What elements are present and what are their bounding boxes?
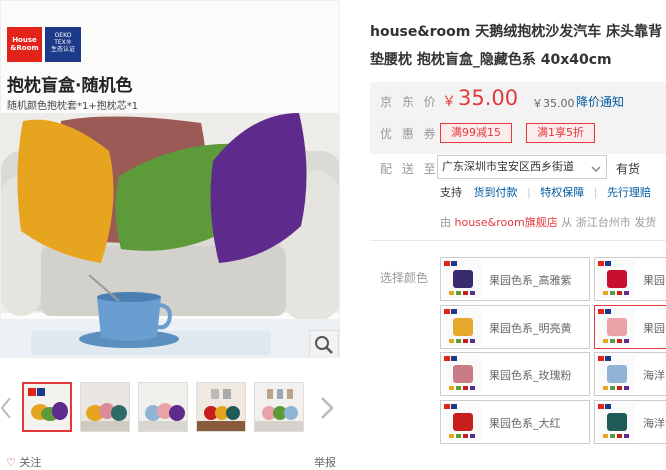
service-claim-link[interactable]: 先行理赔: [607, 186, 651, 199]
color-option[interactable]: 果园色系_玫瑰粉: [440, 352, 590, 396]
follow-button[interactable]: ♡ 关注: [6, 454, 41, 470]
thumbnail-prev-button[interactable]: [0, 392, 12, 424]
color-option[interactable]: 果园: [594, 305, 666, 349]
coupon-badge[interactable]: 满1享5折: [526, 123, 595, 143]
support-label: 支持: [440, 186, 462, 199]
thumbnail-image: [197, 383, 245, 431]
color-swatch-image: [597, 308, 635, 346]
image-title: 抱枕盲盒·随机色: [7, 76, 133, 96]
price-value: 35.00: [458, 86, 519, 110]
chevron-down-icon[interactable]: [590, 160, 602, 173]
shop-info: 由 house&room旗舰店 从 浙江台州市 发货: [440, 214, 656, 230]
color-swatch-image: [443, 355, 481, 393]
chevron-right-icon: [321, 397, 334, 419]
color-swatch-image: [443, 403, 481, 441]
thumbnail-3[interactable]: [138, 382, 188, 432]
color-select-label: 选择颜色: [380, 271, 429, 285]
color-option-label: 果园: [643, 274, 665, 287]
brand-logo: House &Room: [7, 27, 42, 62]
color-option[interactable]: 果园色系_高雅紫: [440, 257, 590, 301]
main-product-image[interactable]: House &Room OEKO TEX® 生态认证 抱枕盲盒·随机色 随机颜色抱枕套…: [0, 0, 340, 358]
section-divider: [370, 240, 666, 241]
color-swatch-image: [597, 260, 635, 298]
search-icon: [315, 336, 333, 354]
ship-from: 从 浙江台州市 发货: [561, 216, 657, 229]
zoom-button[interactable]: [309, 330, 339, 357]
coupon-label: 优 惠 券: [380, 127, 439, 141]
address-select[interactable]: 广东深圳市宝安区西乡街道: [437, 155, 607, 179]
shop-prefix: 由: [440, 216, 451, 229]
price-label: 京 东 价: [380, 95, 439, 109]
price-notify-link[interactable]: 降价通知: [576, 93, 624, 110]
color-option-label: 果园色系_玫瑰粉: [489, 369, 572, 382]
service-privilege-link[interactable]: 特权保障: [540, 186, 584, 199]
color-option[interactable]: 果园: [594, 257, 666, 301]
thumbnail-image: [24, 384, 70, 430]
color-option[interactable]: 海洋色: [594, 400, 666, 444]
report-link[interactable]: 举报: [314, 454, 336, 470]
oeko-tex-logo: OEKO TEX® 生态认证: [45, 27, 81, 62]
color-swatch-image: [443, 308, 481, 346]
price-currency: ￥: [442, 94, 456, 110]
shop-name-link[interactable]: house&room旗舰店: [455, 216, 558, 229]
service-cod-link[interactable]: 货到付款: [474, 186, 518, 199]
color-option[interactable]: 海洋: [594, 352, 666, 396]
chevron-left-icon: [0, 397, 11, 419]
thumbnail-1[interactable]: [22, 382, 72, 432]
thumbnail-image: [139, 383, 187, 431]
reference-price: ￥35.00: [532, 97, 575, 110]
color-swatch-image: [597, 355, 635, 393]
color-option-label: 果园色系_高雅紫: [489, 274, 572, 287]
color-option-label: 海洋: [643, 369, 665, 382]
service-list: 支持 货到付款 | 特权保障 | 先行理赔: [440, 184, 651, 200]
thumbnail-image: [255, 383, 303, 431]
thumbnail-4[interactable]: [196, 382, 246, 432]
thumbnail-next-button[interactable]: [318, 392, 336, 424]
service-divider: |: [527, 186, 531, 199]
color-option-label: 果园: [643, 322, 665, 335]
color-swatch-image: [597, 403, 635, 441]
coupon-badge[interactable]: 满99减15: [440, 123, 512, 143]
color-option-label: 海洋色: [643, 417, 666, 430]
follow-label: 关注: [19, 456, 42, 469]
thumbnail-image: [81, 383, 129, 431]
color-option[interactable]: 果园色系_大红: [440, 400, 590, 444]
service-divider: |: [593, 186, 598, 199]
thumbnail-5[interactable]: [254, 382, 304, 432]
product-title: house&room 天鹅绒抱枕沙发汽车 床头靠背垫腰枕 抱枕盲盒_隐藏色系 4…: [370, 24, 663, 68]
shipping-label: 配 送 至: [380, 162, 439, 176]
stock-status: 有货: [616, 162, 641, 176]
heart-icon: ♡: [6, 456, 16, 469]
color-option-label: 果园色系_大红: [489, 417, 561, 430]
thumbnail-2[interactable]: [80, 382, 130, 432]
color-swatch-image: [443, 260, 481, 298]
image-subtitle: 随机颜色抱枕套*1+抱枕芯*1: [7, 101, 139, 112]
color-option[interactable]: 果园色系_明亮黄: [440, 305, 590, 349]
color-option-label: 果园色系_明亮黄: [489, 322, 572, 335]
